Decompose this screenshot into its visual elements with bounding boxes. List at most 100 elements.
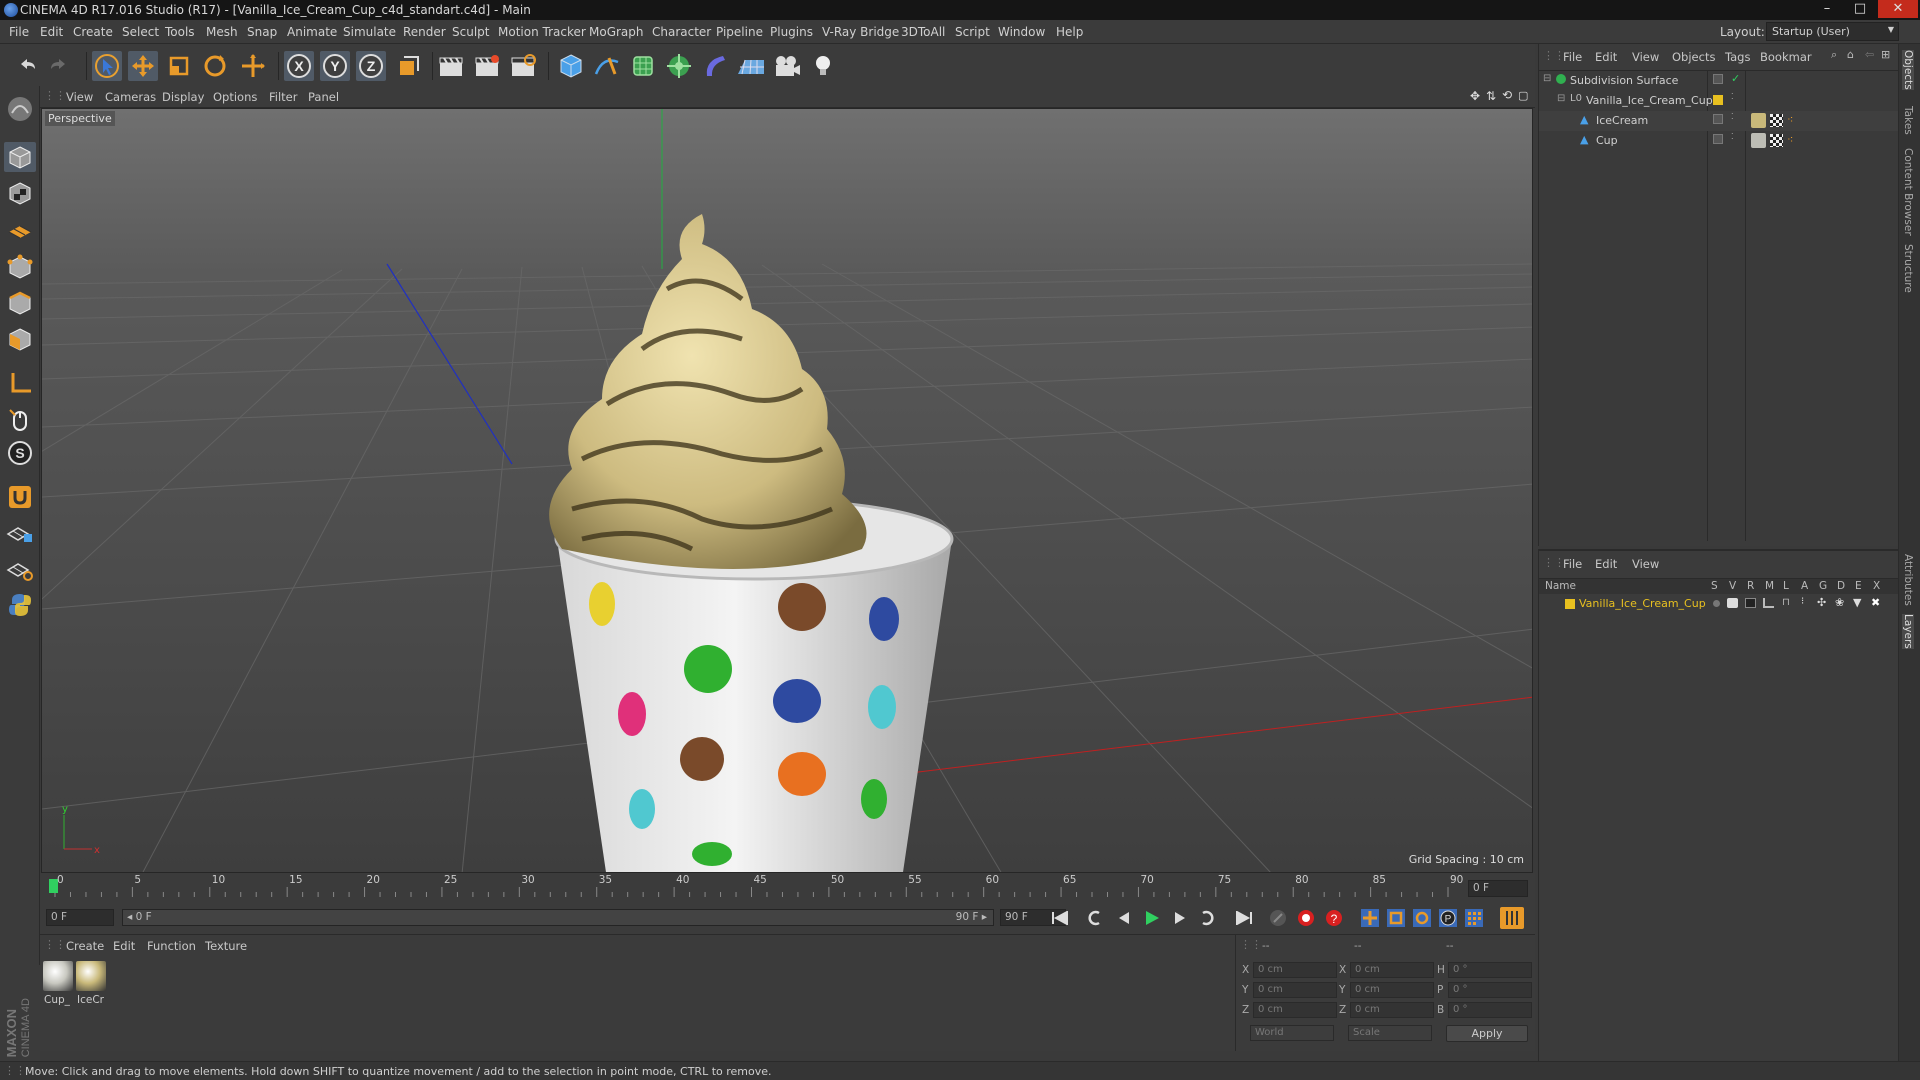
material-tag-icon[interactable] — [1751, 113, 1766, 128]
layout-dropdown[interactable]: Startup (User) ▼ — [1766, 22, 1899, 41]
rot-b-field[interactable]: 0 ° — [1448, 1002, 1532, 1018]
texture-mode-button[interactable] — [4, 178, 36, 208]
col-generators[interactable]: G — [1819, 580, 1827, 592]
col-locked[interactable]: L — [1783, 580, 1789, 592]
layer-menu-edit[interactable]: Edit — [1595, 557, 1617, 571]
cube-object-button[interactable] — [556, 51, 586, 81]
vp-menu-panel[interactable]: Panel — [308, 90, 339, 104]
tab-objects[interactable]: Objects — [1902, 50, 1914, 90]
menu-edit[interactable]: Edit — [40, 25, 63, 39]
x-axis-button[interactable]: X — [284, 51, 314, 81]
col-animation[interactable]: A — [1801, 580, 1808, 592]
light-button[interactable] — [808, 51, 838, 81]
maximize-button[interactable]: □ — [1845, 0, 1875, 18]
key-pla-button[interactable] — [1462, 907, 1486, 929]
tab-attributes[interactable]: Attributes — [1902, 554, 1914, 606]
uvw-tag-icon[interactable] — [1770, 134, 1783, 147]
col-expressions[interactable]: E — [1855, 580, 1862, 592]
render-view-button[interactable] — [436, 51, 466, 81]
layer-row[interactable]: Vanilla_Ice_Cream_Cup ⊓ ⁝ ✣ ❀ ▼ ✖ — [1539, 595, 1899, 613]
menu-select[interactable]: Select — [122, 25, 159, 39]
menu-pipeline[interactable]: Pipeline — [716, 25, 763, 39]
key-parameter-button[interactable]: P — [1436, 907, 1460, 929]
menu-tools[interactable]: Tools — [165, 25, 195, 39]
apply-button[interactable]: Apply — [1446, 1025, 1528, 1042]
python-button[interactable] — [4, 590, 36, 620]
mat-menu-function[interactable]: Function — [147, 939, 196, 953]
object-row-cup[interactable]: ▲ Cup ⁚ ⁖ — [1539, 131, 1899, 151]
lock-icon[interactable]: ⊓ — [1782, 597, 1790, 608]
phong-tag-icon[interactable]: ⁖ — [1787, 113, 1793, 126]
timeline-ruler[interactable]: 0 5 10 15 20 25 30 35 40 45 50 55 60 65 70 75 80 85 90 0 F — [40, 873, 1535, 901]
menu-vray-bridge[interactable]: V-Ray Bridge — [822, 25, 899, 39]
enabled-check-icon[interactable]: ✓ — [1731, 72, 1740, 85]
snapping-button[interactable]: S — [4, 438, 36, 468]
rotate-tool-button[interactable] — [200, 51, 230, 81]
menu-mograph[interactable]: MoGraph — [589, 25, 644, 39]
col-render[interactable]: R — [1747, 580, 1754, 592]
menu-help[interactable]: Help — [1056, 25, 1083, 39]
locked-workplane-button[interactable] — [4, 518, 36, 548]
new-view-icon[interactable]: ⊞ — [1881, 48, 1890, 61]
obj-menu-bookmarks[interactable]: Bookmar — [1760, 50, 1812, 64]
menu-sculpt[interactable]: Sculpt — [452, 25, 489, 39]
close-button[interactable]: ✕ — [1878, 0, 1918, 18]
play-button[interactable] — [1140, 907, 1164, 929]
tab-content-browser[interactable]: Content Browser — [1902, 148, 1914, 236]
tab-takes[interactable]: Takes — [1902, 106, 1914, 135]
uvw-tag-icon[interactable] — [1770, 114, 1783, 127]
undo-button[interactable] — [12, 51, 42, 81]
col-solo[interactable]: S — [1711, 580, 1718, 592]
menu-plugins[interactable]: Plugins — [770, 25, 813, 39]
menu-motion-tracker[interactable]: Motion Tracker — [498, 25, 586, 39]
size-mode-dropdown[interactable]: Scale — [1348, 1025, 1432, 1041]
layer-menu-view[interactable]: View — [1632, 557, 1659, 571]
material-swatch-icecream[interactable] — [76, 961, 106, 991]
visibility-dots-icon[interactable]: ⁚ — [1731, 112, 1734, 121]
key-rotation-button[interactable] — [1410, 907, 1434, 929]
obj-menu-objects[interactable]: Objects — [1672, 50, 1715, 64]
menu-file[interactable]: File — [9, 25, 29, 39]
mat-menu-edit[interactable]: Edit — [113, 939, 135, 953]
home-icon[interactable]: ⌂ — [1847, 48, 1854, 61]
menu-create[interactable]: Create — [73, 25, 113, 39]
key-scale-button[interactable] — [1384, 907, 1408, 929]
minimize-button[interactable]: – — [1812, 0, 1842, 18]
cloner-button[interactable] — [664, 51, 694, 81]
pos-x-field[interactable]: 0 cm — [1253, 962, 1337, 978]
tweak-mode-button[interactable] — [4, 404, 36, 434]
planar-workplane-button[interactable] — [4, 554, 36, 584]
menu-simulate[interactable]: Simulate — [343, 25, 396, 39]
make-editable-button[interactable] — [4, 94, 36, 124]
autokeying-button[interactable]: ? — [1322, 907, 1346, 929]
animation-icon[interactable]: ⁝ — [1801, 596, 1804, 607]
size-x-field[interactable]: 0 cm — [1350, 962, 1434, 978]
edges-mode-button[interactable] — [4, 288, 36, 318]
deformer-button[interactable] — [700, 51, 730, 81]
col-manager[interactable]: M — [1765, 580, 1774, 592]
obj-menu-tags[interactable]: Tags — [1725, 50, 1750, 64]
vp-menu-options[interactable]: Options — [213, 90, 257, 104]
tab-structure[interactable]: Structure — [1902, 244, 1914, 293]
render-settings-button[interactable] — [508, 51, 538, 81]
vp-menu-filter[interactable]: Filter — [269, 90, 297, 104]
rot-p-field[interactable]: 0 ° — [1448, 982, 1532, 998]
timeline-layout-button[interactable] — [1500, 907, 1524, 929]
size-z-field[interactable]: 0 cm — [1350, 1002, 1434, 1018]
menu-character[interactable]: Character — [652, 25, 711, 39]
menu-window[interactable]: Window — [998, 25, 1045, 39]
current-frame-field[interactable]: 0 F — [1468, 880, 1528, 897]
polygons-mode-button[interactable] — [4, 324, 36, 354]
axis-mode-button[interactable] — [4, 368, 36, 398]
xref-icon[interactable]: ✖ — [1871, 596, 1880, 609]
collapse-icon[interactable]: ⊟ — [1543, 73, 1551, 84]
pos-y-field[interactable]: 0 cm — [1253, 982, 1337, 998]
col-xref[interactable]: X — [1873, 580, 1880, 592]
layer-menu-file[interactable]: File — [1563, 557, 1582, 571]
redo-button[interactable] — [44, 51, 74, 81]
view-eye-icon[interactable] — [1727, 598, 1738, 608]
perspective-viewport[interactable]: y x Perspective Grid Spacing : 10 cm — [41, 108, 1533, 873]
menu-3dtoall[interactable]: 3DToAll — [901, 25, 945, 39]
tab-layers[interactable]: Layers — [1902, 614, 1914, 649]
visibility-dots-icon[interactable]: ⁚ — [1731, 132, 1734, 141]
